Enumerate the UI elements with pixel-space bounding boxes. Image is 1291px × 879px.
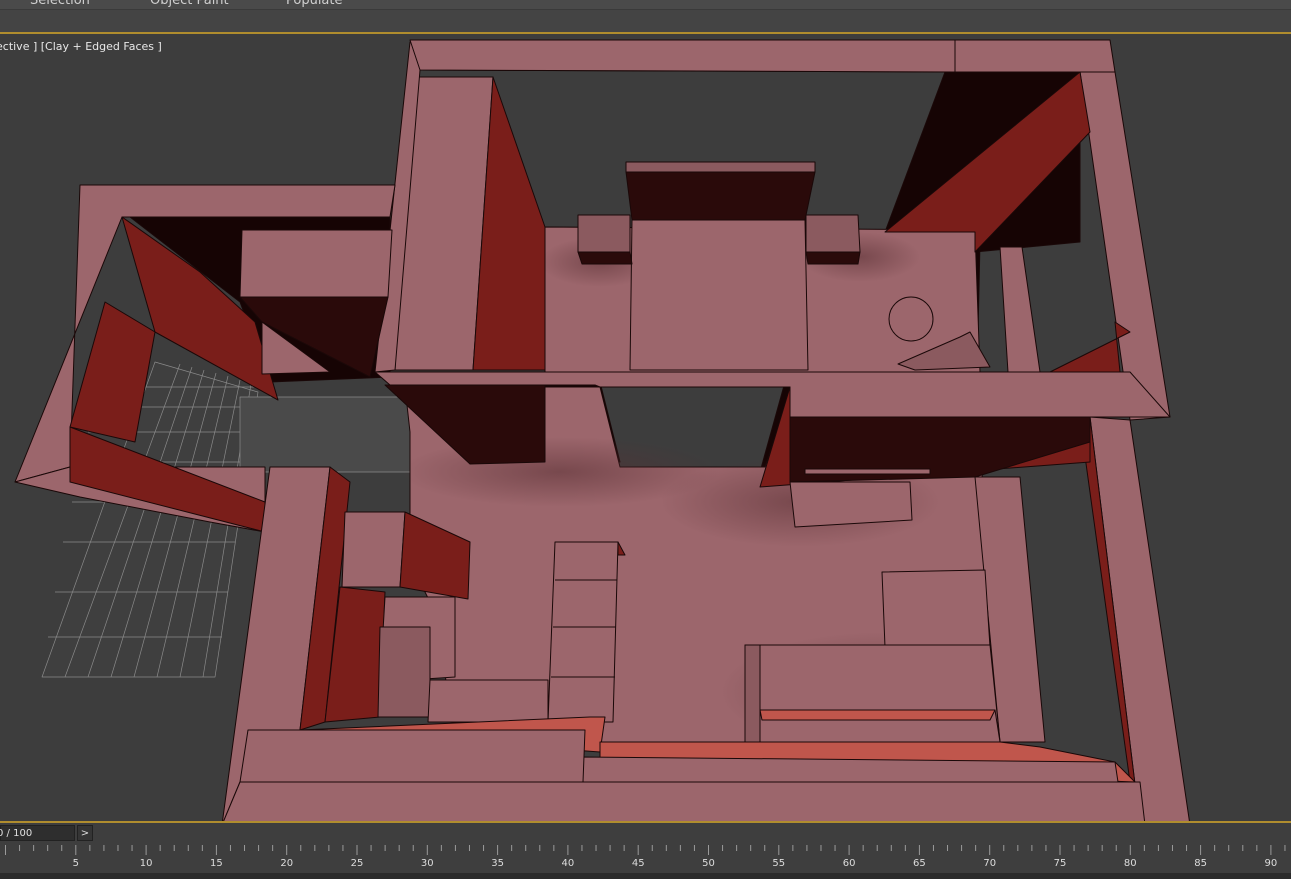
ruler-label: 80 [1124,858,1137,869]
ruler-label: 20 [280,858,293,869]
ruler-label: 90 [1265,858,1278,869]
ruler-label: 10 [140,858,153,869]
top-wall [409,39,956,73]
front-wall [223,781,1146,821]
bed [629,219,809,371]
ruler-label: 25 [351,858,364,869]
ribbon-panel [0,9,1291,33]
top-right-wall [954,39,1116,73]
ruler-label: 55 [772,858,785,869]
bed-headboard [625,161,816,173]
upper-cabinet [341,511,406,588]
ruler-label: 85 [1194,858,1207,869]
time-slider-panel: 0 / 100 > 5 10 15 20 25 30 35 40 45 50 55 60 65 70 75 8… [0,823,1291,879]
frame-counter[interactable]: 0 / 100 [0,825,75,841]
next-frame-button[interactable]: > [77,825,93,841]
tab-object-paint[interactable]: Object Paint [150,0,229,8]
nightstand-right [805,214,861,253]
ribbon-tabs-bar: Selection Object Paint Populate [0,0,1291,9]
round-stool [888,296,934,342]
ruler-label: 60 [843,858,856,869]
viewport-label[interactable]: ective ] [Clay + Edged Faces ] [0,40,162,53]
ruler-label: 30 [421,858,434,869]
ruler-label: 15 [210,858,223,869]
ruler-label: 5 [73,858,79,869]
tab-selection[interactable]: Selection [30,0,90,8]
ruler-label: 45 [632,858,645,869]
ruler-label: 65 [913,858,926,869]
ruler-label: 40 [562,858,575,869]
tab-populate[interactable]: Populate [286,0,343,8]
armchair [881,569,991,648]
perspective-viewport[interactable]: ective ] [Clay + Edged Faces ] [0,32,1291,823]
scene-3d-render[interactable] [0,32,1291,823]
nightstand-left [577,214,631,253]
ruler-label: 70 [983,858,996,869]
ruler-label: 50 [702,858,715,869]
ruler-label: 35 [491,858,504,869]
status-strip [0,873,1291,879]
tall-cabinet [547,541,619,723]
track-bar-ruler[interactable]: 5 10 15 20 25 30 35 40 45 50 55 60 65 70 75 80 85 90 [0,843,1291,873]
ruler-label: 75 [1054,858,1067,869]
